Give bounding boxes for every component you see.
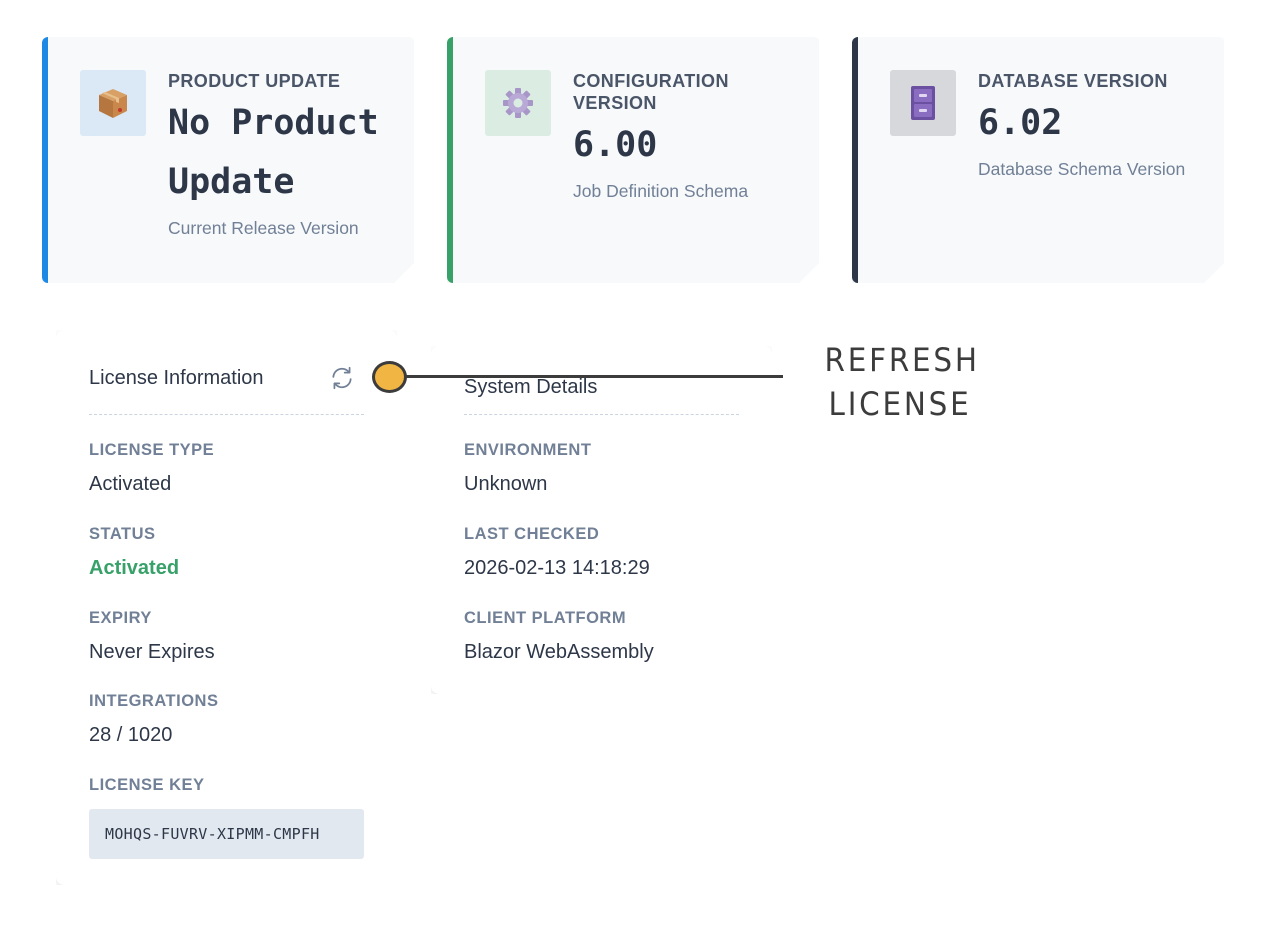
panel-title: System Details	[464, 376, 598, 398]
expiry-value: Never Expires	[89, 641, 215, 663]
status-value: Activated	[89, 557, 180, 579]
configuration-version-card: CONFIGURATION VERSION 6.00 Job Definitio…	[447, 37, 819, 283]
package-icon	[80, 70, 146, 136]
stat-label: DATABASE VERSION	[978, 71, 1168, 91]
license-type-label: LICENSE TYPE	[89, 441, 215, 459]
panel-title: License Information	[89, 367, 264, 389]
file-cabinet-icon	[890, 70, 956, 136]
stat-value: 6.00	[573, 125, 658, 165]
last-checked-label: LAST CHECKED	[464, 525, 600, 543]
integrations-value: 28 / 1020	[89, 724, 173, 746]
stat-subtitle: Current Release Version	[168, 218, 359, 238]
status-label: STATUS	[89, 525, 156, 543]
client-platform-value: Blazor WebAssembly	[464, 641, 654, 663]
last-checked-value: 2026-02-13 14:18:29	[464, 557, 650, 579]
stat-label: CONFIGURATION VERSION	[573, 71, 729, 113]
stat-subtitle: Job Definition Schema	[573, 181, 749, 201]
stat-label: PRODUCT UPDATE	[168, 71, 341, 91]
annotation-callout-line	[405, 375, 783, 378]
annotation-marker-dot	[372, 361, 407, 393]
gear-icon	[485, 70, 551, 136]
license-information-panel: License Information LICENSE TYPE Activat…	[56, 330, 397, 885]
environment-label: ENVIRONMENT	[464, 441, 592, 459]
environment-value: Unknown	[464, 473, 548, 495]
stat-value: No Product Update	[168, 103, 379, 202]
license-type-value: Activated	[89, 473, 172, 495]
annotation-line-2: LICENSE	[828, 385, 972, 423]
product-update-card: PRODUCT UPDATE No Product Update Current…	[42, 37, 414, 283]
expiry-label: EXPIRY	[89, 609, 152, 627]
stat-subtitle: Database Schema Version	[978, 159, 1186, 179]
refresh-license-button[interactable]	[328, 364, 356, 392]
annotation-label: REFRESH LICENSE	[824, 338, 980, 426]
stat-value: 6.02	[978, 103, 1063, 143]
panel-header: License Information	[89, 360, 364, 415]
refresh-icon	[329, 365, 355, 391]
panel-header: System Details	[464, 360, 739, 415]
integrations-label: INTEGRATIONS	[89, 692, 219, 710]
database-version-card: DATABASE VERSION 6.02 Database Schema Ve…	[852, 37, 1224, 283]
client-platform-label: CLIENT PLATFORM	[464, 609, 627, 627]
license-key-value[interactable]: MOHQS-FUVRV-XIPMM-CMPFH	[89, 809, 364, 859]
license-key-label: LICENSE KEY	[89, 776, 205, 794]
system-details-panel: System Details ENVIRONMENT Unknown LAST …	[431, 346, 772, 694]
annotation-line-1: REFRESH	[824, 341, 980, 379]
